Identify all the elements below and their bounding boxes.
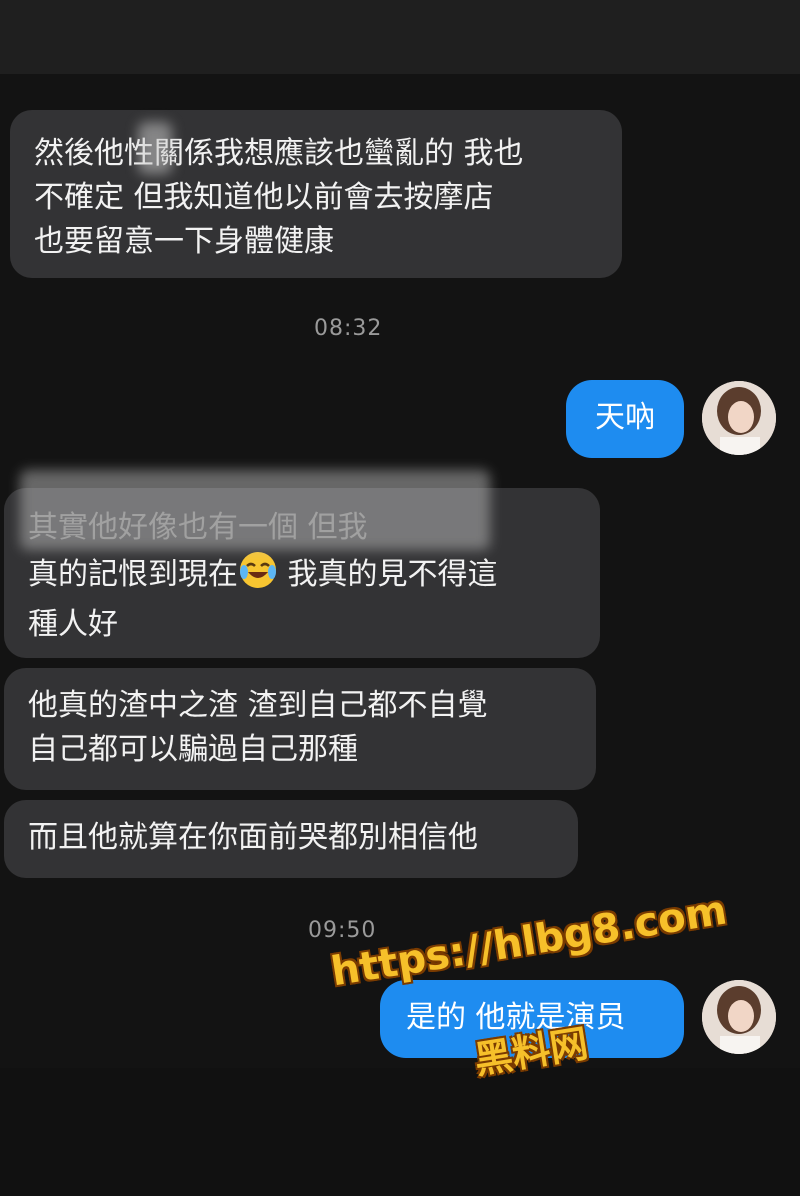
avatar[interactable]	[702, 381, 776, 455]
message-text: 真的記恨到現在	[28, 557, 238, 592]
message-line: 真的記恨到現在 我真的見不得這	[28, 550, 576, 603]
incoming-message[interactable]: 然後他性關係我想應該也蠻亂的 我也 不確定 但我知道他以前會去按摩店 也要留意一…	[10, 110, 622, 278]
incoming-message[interactable]: 他真的渣中之渣 渣到自己都不自覺 自己都可以騙過自己那種	[4, 668, 596, 790]
timestamp: 08:32	[314, 316, 383, 341]
avatar-icon	[702, 980, 776, 1054]
redaction-blur	[20, 470, 490, 550]
top-bar	[0, 0, 800, 74]
message-line: 種人好	[28, 607, 118, 642]
incoming-message[interactable]: 而且他就算在你面前哭都別相信他	[4, 800, 578, 878]
timestamp: 09:50	[308, 918, 377, 943]
avatar[interactable]	[702, 980, 776, 1054]
message-text: 我真的見不得這	[278, 557, 498, 592]
bottom-bar	[0, 1068, 800, 1196]
outgoing-message[interactable]: 天吶	[566, 380, 684, 458]
avatar-icon	[702, 381, 776, 455]
joy-emoji-icon	[238, 550, 278, 603]
redaction-blur	[138, 122, 172, 174]
